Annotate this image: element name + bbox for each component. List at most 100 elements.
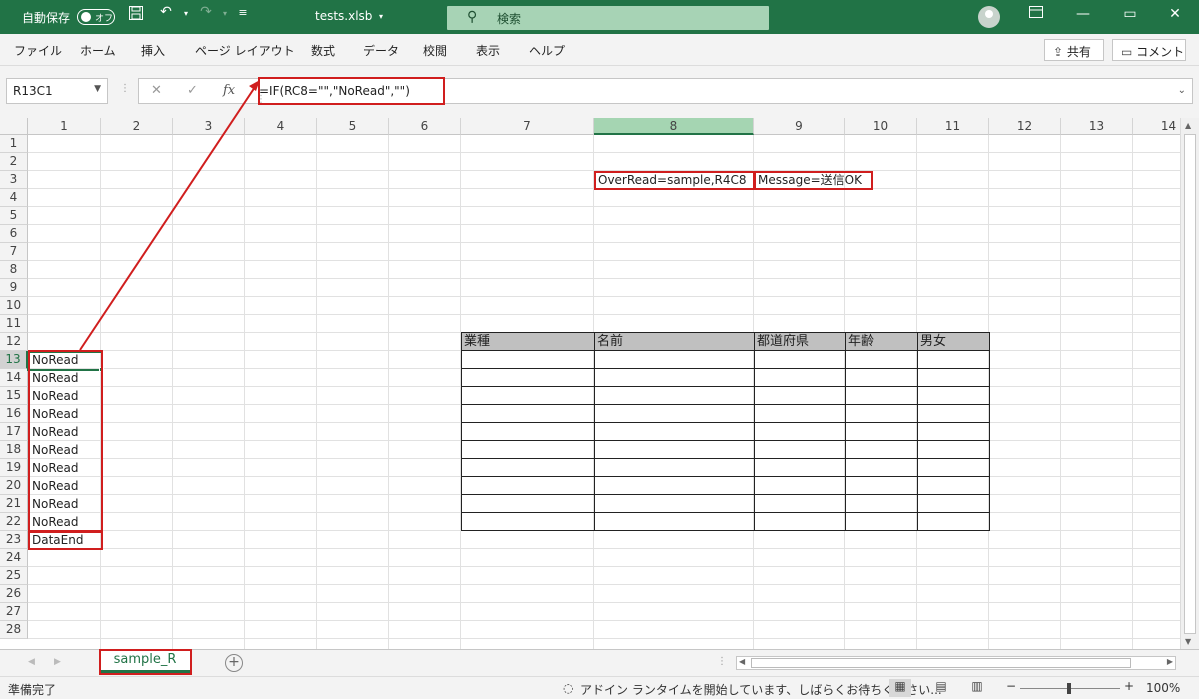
- column-header-12[interactable]: 12: [989, 118, 1061, 135]
- insert-function-icon[interactable]: fx: [223, 83, 235, 98]
- table-cell[interactable]: [462, 513, 595, 531]
- prev-sheet-icon[interactable]: ◀: [28, 657, 35, 667]
- scroll-up-icon[interactable]: ▲: [1185, 121, 1191, 130]
- row-header-23[interactable]: 23: [0, 531, 28, 549]
- redo-dropdown-icon[interactable]: ▾: [215, 9, 235, 18]
- column-header-7[interactable]: 7: [461, 118, 594, 135]
- scroll-right-icon[interactable]: ▶: [1167, 657, 1173, 666]
- table-cell[interactable]: [846, 405, 918, 423]
- row-header-25[interactable]: 25: [0, 567, 28, 585]
- cell-r18c1[interactable]: NoRead: [29, 442, 78, 459]
- cell-r17c1[interactable]: NoRead: [29, 424, 78, 441]
- cell-r15c1[interactable]: NoRead: [29, 388, 78, 405]
- search-box[interactable]: ⚲ 検索: [447, 6, 769, 30]
- table-cell[interactable]: [918, 351, 990, 369]
- row-header-28[interactable]: 28: [0, 621, 28, 639]
- table-cell[interactable]: [462, 477, 595, 495]
- share-button[interactable]: ⇪ 共有: [1044, 39, 1104, 61]
- row-header-14[interactable]: 14: [0, 369, 28, 387]
- row-header-9[interactable]: 9: [0, 279, 28, 297]
- title-dropdown-icon[interactable]: ▾: [379, 12, 383, 21]
- table-cell[interactable]: [462, 387, 595, 405]
- vertical-scrollbar[interactable]: ▲ ▼: [1180, 118, 1199, 649]
- table-header-cell[interactable]: 都道府県: [755, 333, 846, 351]
- add-sheet-button[interactable]: +: [225, 654, 243, 672]
- table-cell[interactable]: [918, 513, 990, 531]
- cell-r23c1[interactable]: DataEnd: [29, 532, 83, 549]
- table-cell[interactable]: [595, 495, 755, 513]
- row-header-26[interactable]: 26: [0, 585, 28, 603]
- row-header-6[interactable]: 6: [0, 225, 28, 243]
- table-cell[interactable]: [918, 423, 990, 441]
- table-cell[interactable]: [595, 477, 755, 495]
- enter-icon[interactable]: ✓: [187, 83, 198, 98]
- row-header-22[interactable]: 22: [0, 513, 28, 531]
- row-header-20[interactable]: 20: [0, 477, 28, 495]
- table-cell[interactable]: [755, 369, 846, 387]
- table-cell[interactable]: [755, 513, 846, 531]
- table-cell[interactable]: [462, 405, 595, 423]
- save-icon[interactable]: [126, 5, 146, 25]
- tab-help[interactable]: ヘルプ: [529, 42, 565, 59]
- table-cell[interactable]: [595, 405, 755, 423]
- cell-r16c1[interactable]: NoRead: [29, 406, 78, 423]
- row-header-1[interactable]: 1: [0, 135, 28, 153]
- table-cell[interactable]: [846, 423, 918, 441]
- table-cell[interactable]: [846, 387, 918, 405]
- table-cell[interactable]: [595, 423, 755, 441]
- column-header-4[interactable]: 4: [245, 118, 317, 135]
- formula-input[interactable]: =IF(RC8="","NoRead",""): [259, 84, 410, 98]
- column-header-13[interactable]: 13: [1061, 118, 1133, 135]
- table-header-cell[interactable]: 男女: [918, 333, 990, 351]
- table-cell[interactable]: [462, 351, 595, 369]
- ribbon-display-icon[interactable]: [1026, 6, 1046, 22]
- row-header-2[interactable]: 2: [0, 153, 28, 171]
- table-cell[interactable]: [755, 423, 846, 441]
- next-sheet-icon[interactable]: ▶: [54, 657, 61, 667]
- table-cell[interactable]: [595, 459, 755, 477]
- row-header-4[interactable]: 4: [0, 189, 28, 207]
- table-header-cell[interactable]: 業種: [462, 333, 595, 351]
- row-header-13[interactable]: 13: [0, 351, 28, 369]
- page-break-view-icon[interactable]: ▥: [966, 679, 988, 697]
- table-cell[interactable]: [918, 405, 990, 423]
- horizontal-scrollbar[interactable]: ◀ ▶: [736, 656, 1176, 670]
- table-cell[interactable]: [755, 477, 846, 495]
- row-header-11[interactable]: 11: [0, 315, 28, 333]
- normal-view-icon[interactable]: ▦: [889, 679, 911, 697]
- undo-icon[interactable]: ↶: [156, 4, 176, 20]
- table-cell[interactable]: [462, 495, 595, 513]
- table-cell[interactable]: [595, 369, 755, 387]
- table-cell[interactable]: [918, 477, 990, 495]
- tab-splitter-icon[interactable]: ⋮: [717, 656, 727, 667]
- page-layout-view-icon[interactable]: ▤: [930, 679, 952, 697]
- table-cell[interactable]: [755, 351, 846, 369]
- table-cell[interactable]: [846, 477, 918, 495]
- table-cell[interactable]: [755, 441, 846, 459]
- cell-r20c1[interactable]: NoRead: [29, 478, 78, 495]
- restore-button[interactable]: ▭: [1120, 6, 1140, 22]
- cell-r21c1[interactable]: NoRead: [29, 496, 78, 513]
- row-header-10[interactable]: 10: [0, 297, 28, 315]
- tab-home[interactable]: ホーム: [80, 42, 116, 59]
- column-header-2[interactable]: 2: [101, 118, 173, 135]
- sheet-tab-sample-r[interactable]: sample_R: [99, 649, 191, 673]
- cell-r22c1[interactable]: NoRead: [29, 514, 78, 531]
- tab-page-layout[interactable]: ページ レイアウト: [195, 42, 295, 59]
- table-cell[interactable]: [918, 495, 990, 513]
- table-cell[interactable]: [755, 459, 846, 477]
- name-box[interactable]: R13C1 ▼: [6, 78, 108, 104]
- expand-formula-icon[interactable]: ⌄: [1178, 85, 1186, 96]
- table-cell[interactable]: [462, 441, 595, 459]
- worksheet-grid[interactable]: 1 2 3 4 5 6 7 8 9 10 11 12 13 14 1 2 3 4 5 6 7 8 9 10 11 12 13 14 1…: [0, 118, 1180, 649]
- table-cell[interactable]: [846, 351, 918, 369]
- table-cell[interactable]: [846, 495, 918, 513]
- table-cell[interactable]: [846, 459, 918, 477]
- table-cell[interactable]: [595, 387, 755, 405]
- minimize-button[interactable]: —: [1073, 6, 1093, 22]
- tab-insert[interactable]: 挿入: [141, 42, 165, 59]
- zoom-level[interactable]: 100%: [1146, 681, 1180, 695]
- table-cell[interactable]: [846, 369, 918, 387]
- table-cell[interactable]: [755, 495, 846, 513]
- undo-dropdown-icon[interactable]: ▾: [176, 9, 196, 18]
